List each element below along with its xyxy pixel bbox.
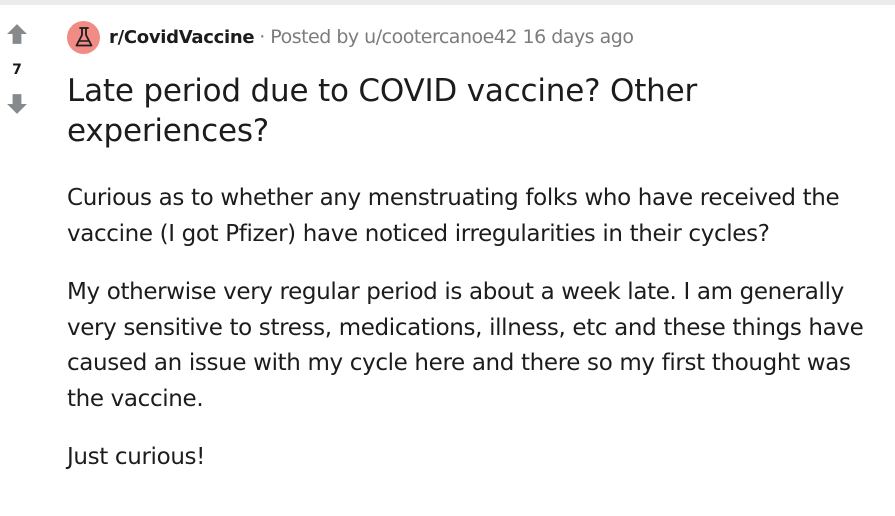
- vote-rail: 7: [0, 22, 34, 116]
- post-paragraph: Curious as to whether any menstruating f…: [67, 185, 840, 247]
- post-paragraph: My otherwise very regular period is abou…: [67, 279, 864, 412]
- post-meta: r/CovidVaccine · Posted by u/cootercanoe…: [67, 20, 882, 54]
- top-border: [0, 0, 895, 5]
- post-paragraph: Just curious!: [67, 444, 206, 470]
- subreddit-avatar[interactable]: [67, 20, 100, 54]
- post-title[interactable]: Late period due to COVID vaccine? Other …: [67, 71, 787, 151]
- subreddit-link[interactable]: r/CovidVaccine: [109, 27, 255, 48]
- downvote-button[interactable]: [5, 92, 29, 116]
- post: r/CovidVaccine · Posted by u/cootercanoe…: [67, 20, 882, 499]
- flask-icon: [75, 27, 92, 47]
- post-body: Curious as to whether any menstruating f…: [67, 181, 882, 476]
- arrow-up-icon: [7, 24, 27, 44]
- posted-by-text: Posted by u/cootercanoe42 16 days ago: [270, 26, 634, 48]
- meta-separator: ·: [259, 26, 266, 48]
- arrow-down-icon: [7, 94, 27, 114]
- vote-count: 7: [12, 62, 22, 78]
- upvote-button[interactable]: [5, 22, 29, 46]
